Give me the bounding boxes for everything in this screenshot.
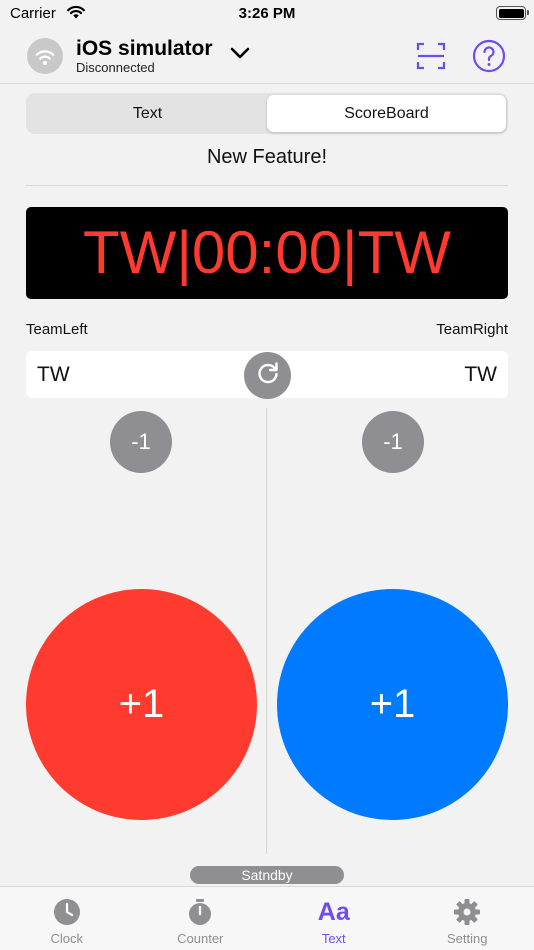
team-right-input[interactable] bbox=[308, 351, 508, 398]
tab-clock[interactable]: Clock bbox=[0, 887, 134, 950]
tab-text-label: Text bbox=[321, 931, 346, 946]
tab-text[interactable]: Aa Text bbox=[267, 887, 401, 950]
device-status: Disconnected bbox=[76, 60, 155, 75]
mode-segmented-control: Text ScoreBoard bbox=[26, 93, 508, 134]
team-left-label: TeamLeft bbox=[26, 321, 88, 338]
section-divider bbox=[26, 185, 508, 186]
text-icon: Aa bbox=[317, 897, 350, 926]
segment-scoreboard[interactable]: ScoreBoard bbox=[267, 95, 506, 132]
wifi-icon[interactable] bbox=[27, 38, 63, 74]
team-left-plus-button[interactable]: +1 bbox=[26, 589, 257, 820]
chevron-down-icon[interactable] bbox=[229, 46, 251, 65]
team-right-minus-button[interactable]: -1 bbox=[362, 411, 424, 473]
standby-badge: Satndby bbox=[190, 866, 344, 884]
swap-teams-button[interactable] bbox=[244, 352, 291, 399]
scan-icon[interactable] bbox=[414, 40, 448, 72]
stopwatch-icon bbox=[185, 897, 215, 927]
team-right-plus-button[interactable]: +1 bbox=[277, 589, 508, 820]
tab-setting-label: Setting bbox=[447, 931, 488, 946]
tab-bar: Clock Counter Aa Text Setting bbox=[0, 886, 534, 950]
device-name[interactable]: iOS simulator bbox=[76, 37, 213, 61]
status-bar: Carrier 3:26 PM bbox=[0, 0, 534, 28]
status-time: 3:26 PM bbox=[238, 5, 296, 22]
team-left-input[interactable] bbox=[26, 351, 226, 398]
tab-counter-label: Counter bbox=[177, 931, 224, 946]
scoreboard-display: TW|00:00|TW bbox=[26, 207, 508, 299]
help-icon[interactable] bbox=[472, 39, 506, 73]
device-header: iOS simulator Disconnected bbox=[0, 30, 534, 82]
team-left-minus-button[interactable]: -1 bbox=[110, 411, 172, 473]
tab-setting[interactable]: Setting bbox=[401, 887, 534, 950]
tab-counter[interactable]: Counter bbox=[134, 887, 268, 950]
scoreboard-display-text: TW|00:00|TW bbox=[83, 219, 451, 286]
gear-icon bbox=[452, 897, 482, 927]
team-right-label: TeamRight bbox=[436, 321, 508, 338]
segment-text[interactable]: Text bbox=[28, 95, 267, 132]
refresh-icon bbox=[255, 360, 281, 391]
battery-icon bbox=[496, 6, 529, 20]
feature-title: New Feature! bbox=[206, 146, 328, 168]
tab-clock-label: Clock bbox=[50, 931, 83, 946]
clock-icon bbox=[52, 897, 82, 927]
center-divider bbox=[266, 408, 267, 854]
header-divider bbox=[0, 83, 534, 84]
